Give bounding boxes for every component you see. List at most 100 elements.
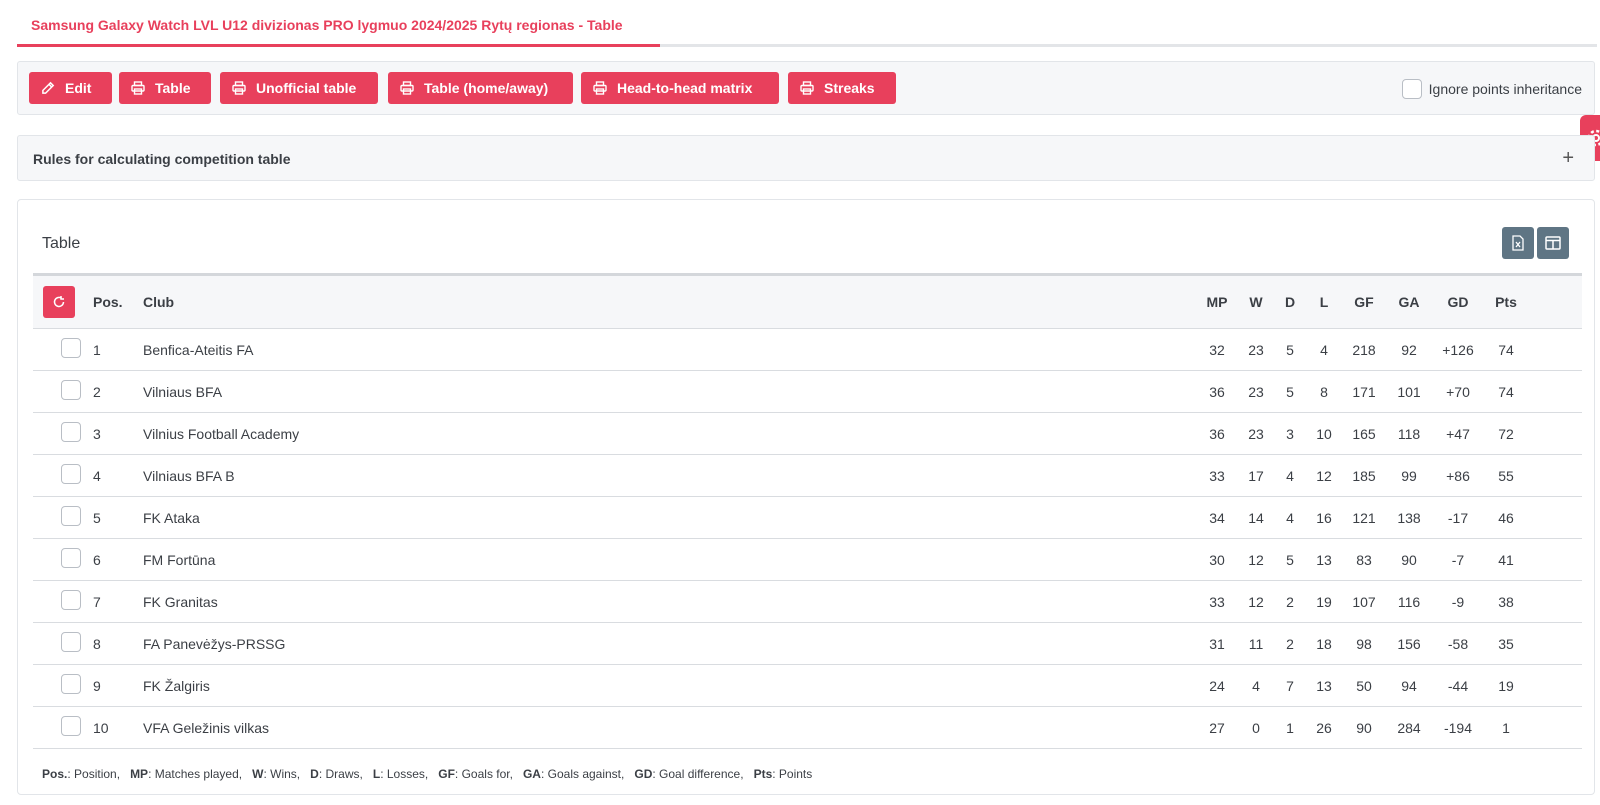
table-row[interactable]: 8 FA Panevėžys-PRSSG 31 11 2 18 98 156 -58 35	[33, 622, 1582, 665]
table-row[interactable]: 3 Vilnius Football Academy 36 23 3 10 165 118 +4…	[33, 412, 1582, 455]
cell-ga: 138	[1397, 509, 1421, 526]
cell-d: 1	[1286, 719, 1294, 736]
table-row[interactable]: 6 FM Fortūna 30 12 5 13 83 90 -7 41	[33, 538, 1582, 581]
cell-pos: 1	[93, 341, 101, 358]
ignore-points-inheritance-label: Ignore points inheritance	[1428, 81, 1582, 97]
cell-club[interactable]: FK Ataka	[143, 497, 1198, 539]
cell-w: 12	[1248, 593, 1264, 610]
table-row[interactable]: 9 FK Žalgiris 24 4 7 13 50 94 -44 19	[33, 664, 1582, 707]
row-checkbox[interactable]	[61, 422, 81, 442]
cell-gf: 98	[1356, 635, 1372, 652]
table-row[interactable]: 10 VFA Geležinis vilkas 27 0 1 26 90 284 -194 1	[33, 706, 1582, 749]
ignore-points-inheritance-toggle[interactable]: Ignore points inheritance	[1401, 79, 1582, 99]
cell-pos: 4	[93, 467, 101, 484]
table-row[interactable]: 5 FK Ataka 34 14 4 16 121 138 -17 46	[33, 496, 1582, 539]
cell-d: 5	[1286, 341, 1294, 358]
cell-w: 4	[1252, 677, 1260, 694]
row-checkbox[interactable]	[61, 464, 81, 484]
ignore-points-inheritance-checkbox[interactable]	[1401, 79, 1422, 99]
excel-export-icon	[1512, 235, 1524, 251]
pencil-icon	[41, 81, 55, 95]
rules-panel[interactable]: Rules for calculating competition table …	[17, 135, 1595, 181]
col-header-club[interactable]: Club	[143, 275, 1198, 329]
row-checkbox[interactable]	[61, 590, 81, 610]
edit-button-label: Edit	[65, 80, 92, 96]
streaks-button[interactable]: Streaks	[788, 72, 896, 104]
printer-icon	[800, 81, 814, 95]
row-checkbox[interactable]	[61, 380, 81, 400]
cell-club[interactable]: FM Fortūna	[143, 539, 1198, 581]
cell-club[interactable]: Vilnius Football Academy	[143, 413, 1198, 455]
cell-gd: -17	[1447, 509, 1469, 526]
table-home-away-button[interactable]: Table (home/away)	[388, 72, 573, 104]
table-row[interactable]: 7 FK Granitas 33 12 2 19 107 116 -9 38	[33, 580, 1582, 623]
legend-text: : Goals for,	[454, 767, 513, 781]
cell-l: 10	[1316, 425, 1332, 442]
cell-l: 13	[1316, 551, 1332, 568]
legend-text: : Goals against,	[540, 767, 625, 781]
cell-club[interactable]: FK Žalgiris	[143, 665, 1198, 707]
row-checkbox[interactable]	[61, 338, 81, 358]
cell-d: 4	[1286, 467, 1294, 484]
table-row[interactable]: 4 Vilniaus BFA B 33 17 4 12 185 99 +86 55	[33, 454, 1582, 497]
row-checkbox[interactable]	[61, 506, 81, 526]
unofficial-table-label: Unofficial table	[256, 80, 357, 96]
cell-mp: 36	[1209, 383, 1225, 400]
cell-l: 18	[1316, 635, 1332, 652]
cell-ga: 92	[1401, 341, 1417, 358]
cell-pos: 8	[93, 635, 101, 652]
page-tab-active[interactable]: Samsung Galaxy Watch LVL U12 divizionas …	[17, 0, 660, 47]
col-header-ga[interactable]: GA	[1384, 275, 1434, 329]
row-checkbox[interactable]	[61, 674, 81, 694]
cell-club[interactable]: FA Panevėžys-PRSSG	[143, 623, 1198, 665]
cell-pts: 46	[1498, 509, 1514, 526]
cell-pos: 3	[93, 425, 101, 442]
cell-mp: 33	[1209, 593, 1225, 610]
cell-gd: -44	[1447, 677, 1469, 694]
head-to-head-matrix-button[interactable]: Head-to-head matrix	[581, 72, 779, 104]
cell-pts: 74	[1498, 341, 1514, 358]
row-checkbox[interactable]	[61, 548, 81, 568]
card-title: Table	[42, 235, 81, 252]
cell-club[interactable]: FK Granitas	[143, 581, 1198, 623]
cell-pts: 72	[1498, 425, 1514, 442]
columns-button[interactable]	[1537, 227, 1569, 259]
cell-mp: 27	[1209, 719, 1225, 736]
table-row[interactable]: 1 Benfica-Ateitis FA 32 23 5 4 218 92 +126 74	[33, 328, 1582, 371]
col-header-l[interactable]: L	[1304, 275, 1344, 329]
cell-mp: 31	[1209, 635, 1225, 652]
columns-icon	[1545, 236, 1561, 250]
cell-pts: 1	[1502, 719, 1510, 736]
col-header-pts[interactable]: Pts	[1482, 275, 1530, 329]
cell-club[interactable]: Vilniaus BFA B	[143, 455, 1198, 497]
table-header-row: Pos. Club MP W D L GF GA GD Pts	[33, 274, 1582, 329]
unofficial-table-button[interactable]: Unofficial table	[220, 72, 378, 104]
expand-plus-icon[interactable]: +	[1562, 148, 1574, 168]
cell-w: 14	[1248, 509, 1264, 526]
col-header-pos[interactable]: Pos.	[93, 275, 143, 329]
cell-club[interactable]: Benfica-Ateitis FA	[143, 329, 1198, 371]
cell-gd: -9	[1451, 593, 1465, 610]
cell-ga: 118	[1397, 425, 1421, 442]
cell-mp: 36	[1209, 425, 1225, 442]
cell-gd: +47	[1446, 425, 1470, 442]
head-to-head-matrix-label: Head-to-head matrix	[617, 80, 753, 96]
edit-button[interactable]: Edit	[29, 72, 112, 104]
excel-export-button[interactable]	[1502, 227, 1534, 259]
col-header-mp[interactable]: MP	[1198, 275, 1236, 329]
cell-club[interactable]: VFA Geležinis vilkas	[143, 707, 1198, 749]
legend-text: : Wins,	[263, 767, 301, 781]
col-header-gf[interactable]: GF	[1344, 275, 1384, 329]
row-checkbox[interactable]	[61, 632, 81, 652]
col-header-w[interactable]: W	[1236, 275, 1276, 329]
refresh-button[interactable]	[43, 286, 75, 318]
col-header-d[interactable]: D	[1276, 275, 1304, 329]
col-header-gd[interactable]: GD	[1434, 275, 1482, 329]
row-checkbox[interactable]	[61, 716, 81, 736]
legend-key: GA	[522, 767, 541, 781]
cell-gf: 107	[1352, 593, 1376, 610]
cell-ga: 156	[1397, 635, 1421, 652]
table-print-button[interactable]: Table	[119, 72, 211, 104]
table-row[interactable]: 2 Vilniaus BFA 36 23 5 8 171 101 +70 74	[33, 370, 1582, 413]
cell-club[interactable]: Vilniaus BFA	[143, 371, 1198, 413]
